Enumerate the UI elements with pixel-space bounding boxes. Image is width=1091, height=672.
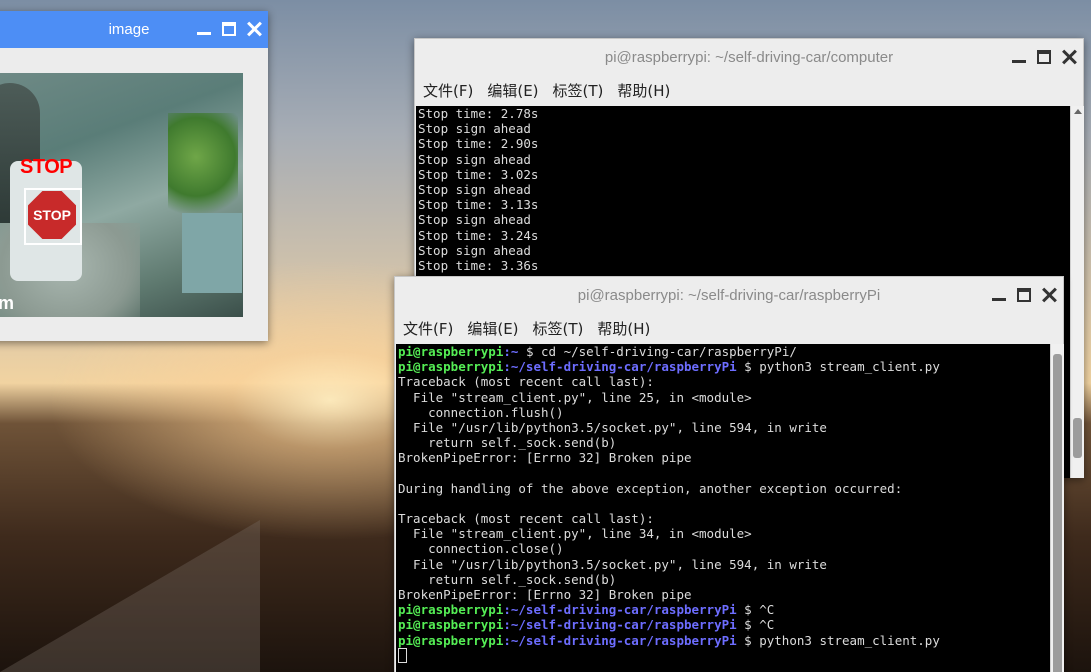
terminal-line: pi@raspberrypi:~/self-driving-car/raspbe… — [398, 602, 1050, 617]
distance-label: m — [0, 293, 15, 313]
terminal-line: pi@raspberrypi:~/self-driving-car/raspbe… — [398, 633, 1050, 648]
terminal-line: File "stream_client.py", line 34, in <mo… — [398, 526, 752, 542]
terminal-line: return self._sock.send(b) — [398, 571, 617, 587]
computer-terminal-controls — [1011, 39, 1077, 75]
camera-box — [182, 213, 242, 293]
terminal-line: Stop time: 2.78s — [418, 106, 539, 121]
terminal-input-line[interactable] — [398, 647, 1050, 663]
prompt-user: pi@raspberrypi — [398, 359, 504, 375]
computer-terminal-menubar: 文件(F) 编辑(E) 标签(T) 帮助(H) — [415, 75, 1083, 105]
computer-terminal-titlebar[interactable]: pi@raspberrypi: ~/self-driving-car/compu… — [415, 39, 1083, 75]
prompt-user: pi@raspberrypi — [398, 344, 504, 359]
computer-terminal-scrollbar[interactable] — [1070, 106, 1084, 478]
terminal-line: File "/usr/lib/python3.5/socket.py", lin… — [398, 419, 827, 435]
raspberrypi-terminal-menubar: 文件(F) 编辑(E) 标签(T) 帮助(H) — [395, 313, 1063, 343]
computer-terminal-title: pi@raspberrypi: ~/self-driving-car/compu… — [604, 48, 894, 66]
raspberrypi-terminal-controls — [991, 277, 1057, 313]
menu-edit[interactable]: 编辑(E) — [467, 318, 518, 339]
terminal-line: File "/usr/lib/python3.5/socket.py", lin… — [398, 556, 827, 572]
prompt-path: :~/self-driving-car/raspberryPi — [503, 617, 737, 633]
terminal-line: pi@raspberrypi:~ $ cd ~/self-driving-car… — [398, 344, 1050, 359]
raspberrypi-terminal-window: pi@raspberrypi: ~/self-driving-car/raspb… — [394, 276, 1064, 672]
maximize-icon[interactable] — [222, 22, 236, 36]
terminal-line: Traceback (most recent call last): — [398, 511, 654, 527]
menu-help[interactable]: 帮助(H) — [617, 80, 670, 101]
image-window-titlebar[interactable]: image — [0, 11, 268, 48]
prompt-command: $ python3 stream_client.py — [736, 359, 940, 375]
camera-frame: STOP STOP m — [0, 73, 243, 317]
minimize-icon[interactable] — [1011, 49, 1027, 65]
prompt-command: $ python3 stream_client.py — [736, 632, 940, 648]
menu-tabs[interactable]: 标签(T) — [533, 318, 584, 339]
terminal-line: Stop sign ahead — [418, 181, 531, 197]
camera-plant — [168, 113, 238, 223]
raspberrypi-terminal-scrollbar[interactable] — [1050, 344, 1064, 672]
prompt-user: pi@raspberrypi — [398, 602, 504, 618]
terminal-line: Stop time: 3.13s — [418, 197, 539, 213]
prompt-command: $ ^C — [736, 617, 775, 633]
minimize-icon[interactable] — [991, 287, 1007, 303]
scrollbar-thumb[interactable] — [1073, 418, 1082, 458]
scroll-up-icon[interactable] — [1074, 109, 1082, 114]
terminal-line: pi@raspberrypi:~/self-driving-car/raspbe… — [398, 617, 1050, 632]
close-icon[interactable] — [246, 21, 262, 37]
prompt-path: :~/self-driving-car/raspberryPi — [503, 602, 737, 618]
wallpaper-road — [0, 520, 260, 672]
scrollbar-thumb[interactable] — [1053, 354, 1062, 672]
maximize-icon[interactable] — [1017, 288, 1031, 302]
terminal-line: Stop time: 3.02s — [418, 166, 539, 182]
close-icon[interactable] — [1061, 49, 1077, 65]
prompt-path: :~ — [503, 344, 519, 359]
close-icon[interactable] — [1041, 287, 1057, 303]
minimize-icon[interactable] — [196, 21, 212, 37]
prompt-user: pi@raspberrypi — [398, 617, 504, 633]
terminal-line: Stop time: 2.90s — [418, 136, 539, 152]
detection-box — [24, 188, 82, 245]
prompt-command: $ ^C — [736, 602, 775, 618]
terminal-line: pi@raspberrypi:~/self-driving-car/raspbe… — [398, 359, 1050, 374]
prompt-path: :~/self-driving-car/raspberryPi — [503, 632, 737, 648]
prompt-command: $ cd ~/self-driving-car/raspberryPi/ — [518, 344, 797, 359]
image-window-title: image — [108, 21, 150, 38]
terminal-line: Stop sign ahead — [418, 212, 531, 228]
maximize-icon[interactable] — [1037, 50, 1051, 64]
raspberrypi-terminal-title: pi@raspberrypi: ~/self-driving-car/raspb… — [577, 286, 881, 304]
terminal-line: return self._sock.send(b) — [398, 435, 617, 451]
menu-edit[interactable]: 编辑(E) — [487, 80, 538, 101]
terminal-line: BrokenPipeError: [Errno 32] Broken pipe — [398, 450, 692, 466]
terminal-line: Stop sign ahead — [418, 121, 531, 137]
terminal-line: During handling of the above exception, … — [398, 480, 903, 496]
menu-help[interactable]: 帮助(H) — [597, 318, 650, 339]
terminal-line: Traceback (most recent call last): — [398, 374, 654, 390]
image-window-controls — [196, 11, 262, 47]
raspberrypi-terminal-titlebar[interactable]: pi@raspberrypi: ~/self-driving-car/raspb… — [395, 277, 1063, 313]
terminal-line: Stop time: 3.36s — [418, 257, 539, 273]
image-window: image STOP STOP m — [0, 11, 268, 341]
terminal-line: BrokenPipeError: [Errno 32] Broken pipe — [398, 587, 692, 602]
terminal-line: Stop sign ahead — [418, 151, 531, 167]
terminal-line: connection.close() — [398, 541, 564, 557]
terminal-line: connection.flush() — [398, 404, 564, 420]
terminal-line: Stop time: 3.24s — [418, 227, 539, 243]
terminal-line: Stop sign ahead — [418, 242, 531, 258]
prompt-user: pi@raspberrypi — [398, 632, 504, 648]
detection-label: STOP — [20, 156, 73, 178]
raspberrypi-terminal-output[interactable]: pi@raspberrypi:~ $ cd ~/self-driving-car… — [396, 344, 1050, 672]
prompt-path: :~/self-driving-car/raspberryPi — [503, 359, 737, 375]
terminal-cursor — [398, 647, 407, 663]
menu-tabs[interactable]: 标签(T) — [553, 80, 604, 101]
terminal-line: File "stream_client.py", line 25, in <mo… — [398, 389, 752, 405]
menu-file[interactable]: 文件(F) — [403, 318, 453, 339]
menu-file[interactable]: 文件(F) — [423, 80, 473, 101]
